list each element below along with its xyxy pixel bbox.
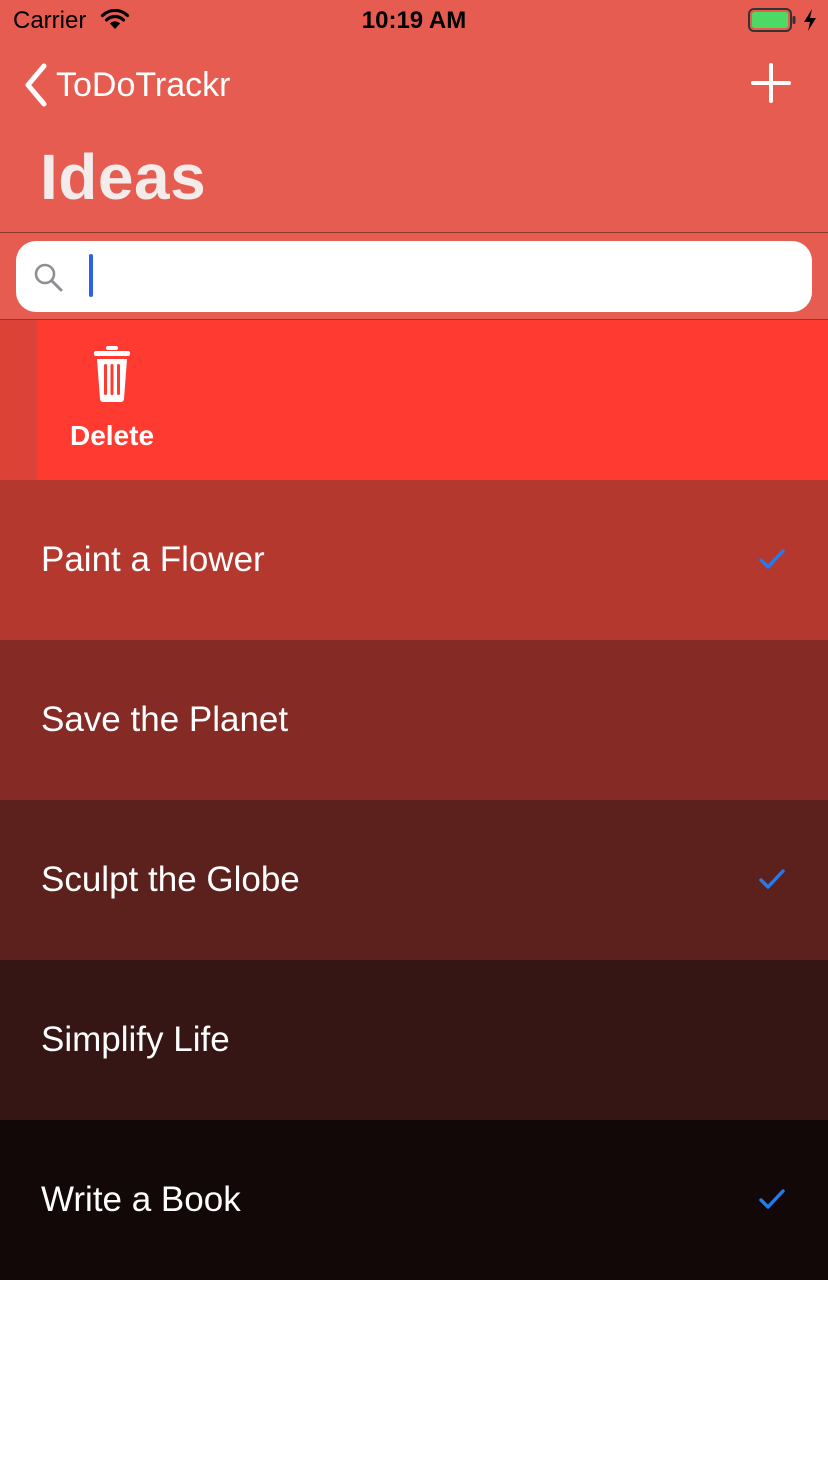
navigation-bar: ToDoTrackr: [0, 40, 828, 128]
search-icon: [34, 263, 63, 292]
trash-icon: [94, 346, 130, 402]
list-item[interactable]: Sculpt the Globe: [0, 800, 828, 960]
search-input[interactable]: [74, 251, 774, 301]
list-item[interactable]: Simplify Life: [0, 960, 828, 1120]
text-cursor: [89, 254, 93, 297]
list-item-title: Paint a Flower: [41, 540, 265, 579]
list-item-title: Simplify Life: [41, 1020, 230, 1059]
status-time: 10:19 AM: [361, 7, 467, 34]
screen: Carrier 10:19 AM ToDoTrackr Ideas Delete…: [0, 0, 828, 1472]
checkmark-icon: [759, 1189, 785, 1209]
list-item[interactable]: Save the Planet: [0, 640, 828, 800]
list-item[interactable]: Paint a Flower: [0, 480, 828, 640]
plus-icon[interactable]: [748, 60, 794, 106]
chevron-left-icon: [25, 63, 47, 107]
battery-icon: [748, 8, 796, 32]
charging-bolt-icon: [804, 9, 816, 31]
back-button-label: ToDoTrackr: [56, 65, 231, 104]
search-field[interactable]: [16, 241, 812, 312]
page-title: Ideas: [40, 141, 207, 213]
checkmark-icon: [759, 869, 785, 889]
list-item[interactable]: Write a Book: [0, 1120, 828, 1280]
delete-label: Delete: [69, 420, 155, 451]
delete-button[interactable]: Delete: [37, 320, 828, 480]
list-item-title: Write a Book: [41, 1180, 241, 1219]
checkmark-icon: [759, 549, 785, 569]
search-bar: [0, 232, 828, 320]
header: Carrier 10:19 AM ToDoTrackr Ideas: [0, 0, 828, 232]
list-item-title: Sculpt the Globe: [41, 860, 300, 899]
status-bar: Carrier 10:19 AM: [0, 0, 828, 40]
swiped-row: Delete: [0, 320, 828, 480]
back-button[interactable]: ToDoTrackr: [20, 62, 230, 108]
list-item-title: Save the Planet: [41, 700, 289, 739]
